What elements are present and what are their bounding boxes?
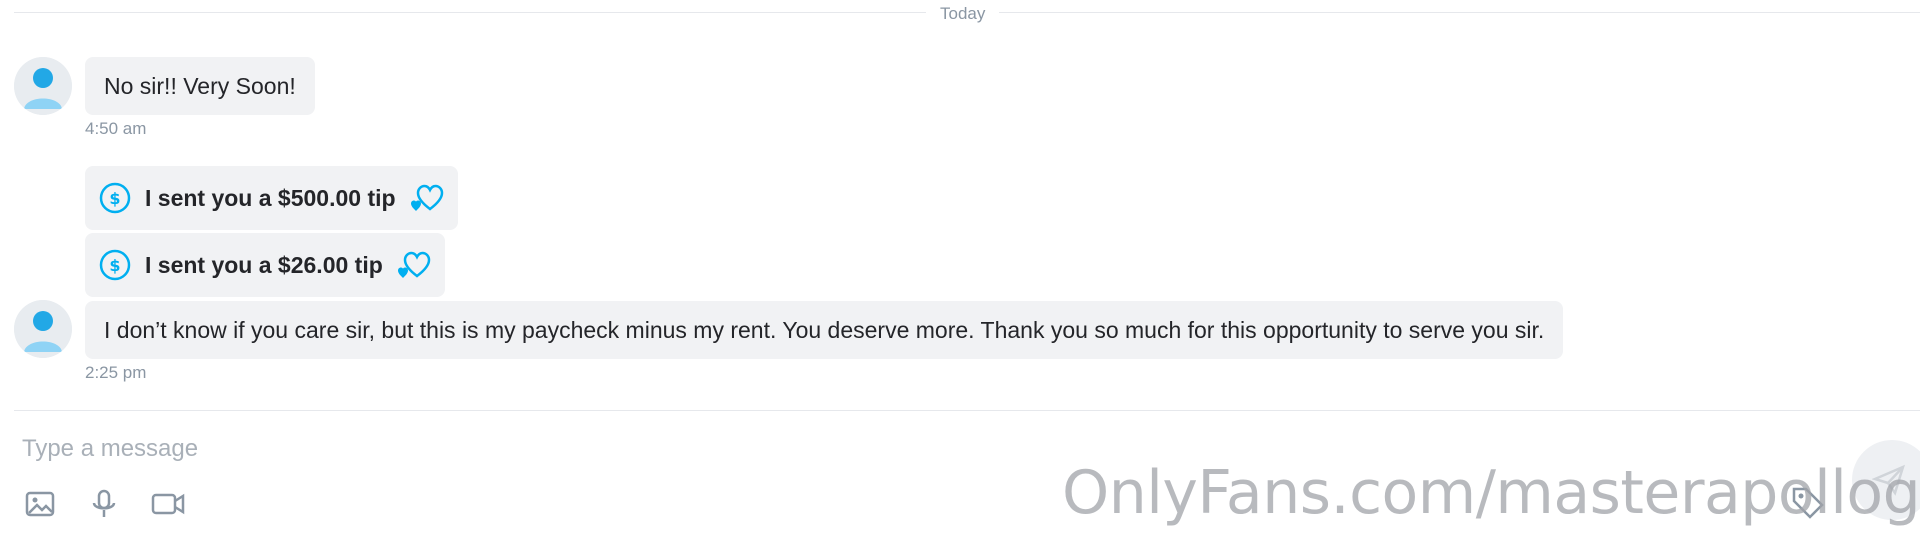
voice-message-button[interactable]	[86, 486, 122, 522]
message-input[interactable]	[20, 428, 1224, 470]
user-avatar[interactable]	[14, 57, 72, 115]
chat-window: Today No sir!! Very Soon! 4:50 am $ I se…	[0, 0, 1920, 533]
video-upload-button[interactable]	[150, 486, 186, 522]
svg-text:$: $	[109, 256, 120, 275]
tip-bubble[interactable]: $ I sent you a $500.00 tip	[85, 166, 458, 230]
dollar-circle-icon: $	[99, 249, 131, 281]
avatar-icon	[14, 300, 72, 358]
tip-text: I sent you a $500.00 tip	[145, 185, 396, 211]
date-divider-label: Today	[926, 2, 1000, 26]
message-time: 4:50 am	[85, 119, 147, 138]
user-avatar[interactable]	[14, 300, 72, 358]
message-bubble[interactable]: I don’t know if you care sir, but this i…	[85, 301, 1564, 359]
message-bubble[interactable]: No sir!! Very Soon!	[85, 57, 315, 115]
image-icon	[25, 491, 55, 517]
hearts-icon[interactable]	[397, 250, 431, 280]
watermark-text: OnlyFans.com/masterapollogod	[1062, 458, 1920, 528]
svg-text:$: $	[109, 189, 120, 208]
avatar-icon	[14, 57, 72, 115]
message-time: 2:25 pm	[85, 363, 147, 382]
video-camera-icon	[151, 493, 185, 515]
image-upload-button[interactable]	[22, 486, 58, 522]
message-text: I don’t know if you care sir, but this i…	[104, 317, 1545, 343]
hearts-icon[interactable]	[410, 183, 444, 213]
tip-text: I sent you a $26.00 tip	[145, 252, 383, 278]
tip-bubble[interactable]: $ I sent you a $26.00 tip	[85, 233, 445, 297]
dollar-circle-icon: $	[99, 182, 131, 214]
composer-divider	[14, 410, 1920, 411]
message-text: No sir!! Very Soon!	[104, 73, 296, 99]
microphone-icon	[92, 489, 116, 517]
